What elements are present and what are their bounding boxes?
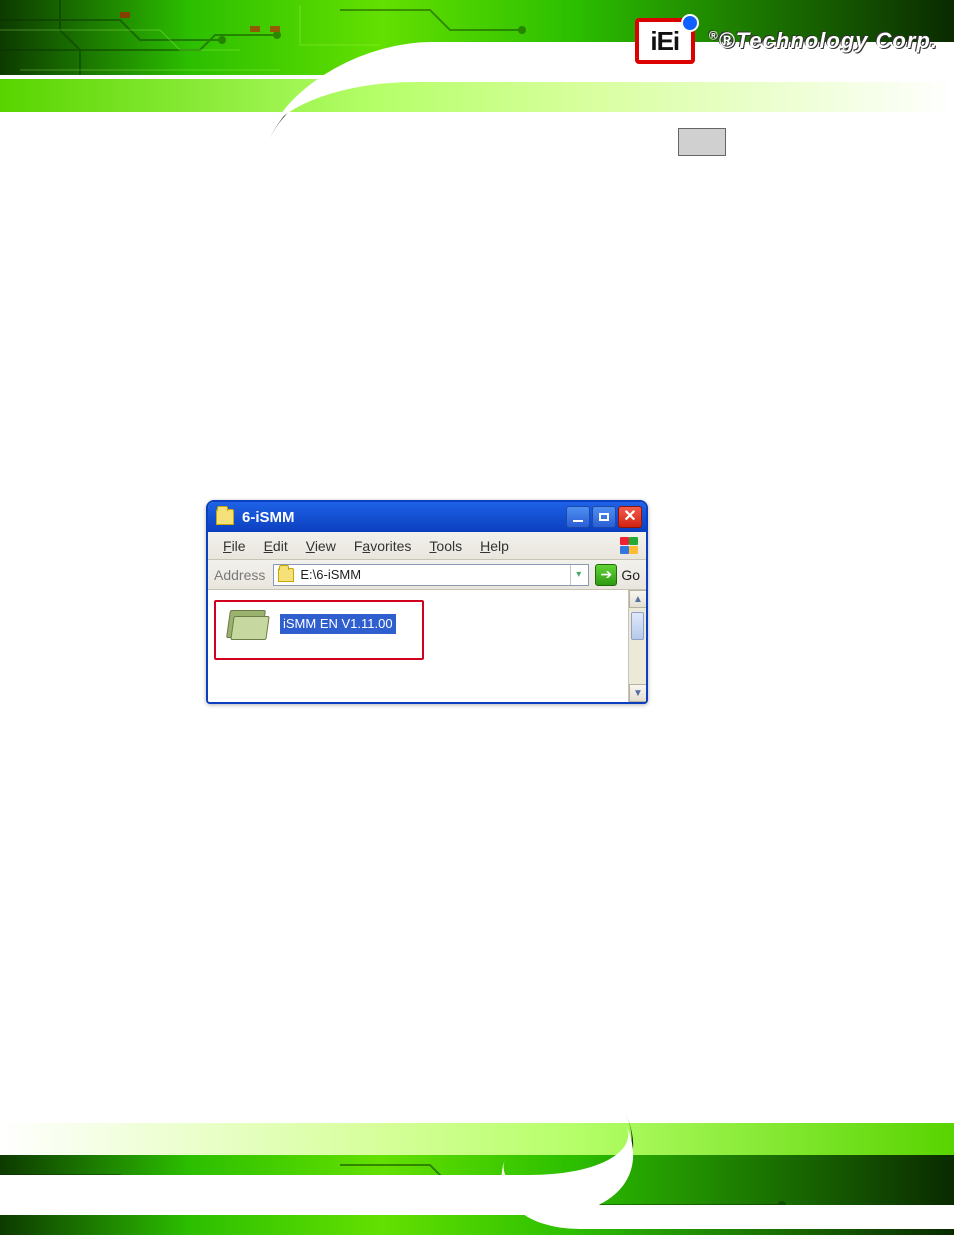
close-icon: ✕ [623,509,636,525]
vertical-scrollbar[interactable]: ▲ ▼ [628,590,646,702]
file-pane[interactable]: iSMM EN V1.11.00 [208,590,628,702]
scroll-thumb[interactable] [631,612,644,640]
windows-explorer-window: 6-iSMM ✕ File Edit View Favorites Tools … [206,500,648,704]
menu-edit[interactable]: Edit [255,536,297,556]
menubar: File Edit View Favorites Tools Help [208,532,646,560]
brand-block: iEi ®®Technology Corp. [635,18,938,64]
document-footer-band [0,1123,954,1235]
address-label: Address [214,567,265,583]
go-button[interactable]: ➔ [595,564,617,586]
iei-logo-icon: iEi [635,18,695,64]
go-group: ➔ Go [595,564,640,586]
maximize-button[interactable] [592,506,616,528]
menu-tools[interactable]: Tools [420,536,471,556]
scroll-up-button[interactable]: ▲ [629,590,647,608]
minimize-button[interactable] [566,506,590,528]
titlebar[interactable]: 6-iSMM ✕ [208,502,646,532]
windows-flag-icon [618,536,640,556]
address-bar: Address E:\6-iSMM ▾ ➔ Go [208,560,646,590]
minimize-icon [573,520,583,522]
scroll-down-button[interactable]: ▼ [629,684,647,702]
document-header-band: iEi ®®Technology Corp. [0,0,954,112]
address-combo[interactable]: E:\6-iSMM ▾ [273,564,589,586]
menu-view[interactable]: View [297,536,345,556]
menu-help[interactable]: Help [471,536,518,556]
menu-file[interactable]: File [214,536,255,556]
maximize-icon [599,513,609,521]
titlebar-folder-icon [216,509,234,525]
brand-company-text: ®®Technology Corp. [709,28,938,54]
close-button[interactable]: ✕ [618,506,642,528]
go-label: Go [621,567,640,583]
go-arrow-icon: ➔ [600,566,612,583]
address-folder-icon [278,568,294,582]
explorer-body: iSMM EN V1.11.00 ▲ ▼ [208,590,646,702]
address-path: E:\6-iSMM [300,567,564,582]
logo-mark-text: iEi [650,26,679,57]
address-dropdown-button[interactable]: ▾ [570,565,586,585]
titlebar-title: 6-iSMM [242,509,566,526]
page-gray-marker [678,128,726,156]
menu-favorites[interactable]: Favorites [345,536,421,556]
brand-company-name: ®Technology Corp. [719,28,938,53]
folder-open-icon [226,606,270,642]
